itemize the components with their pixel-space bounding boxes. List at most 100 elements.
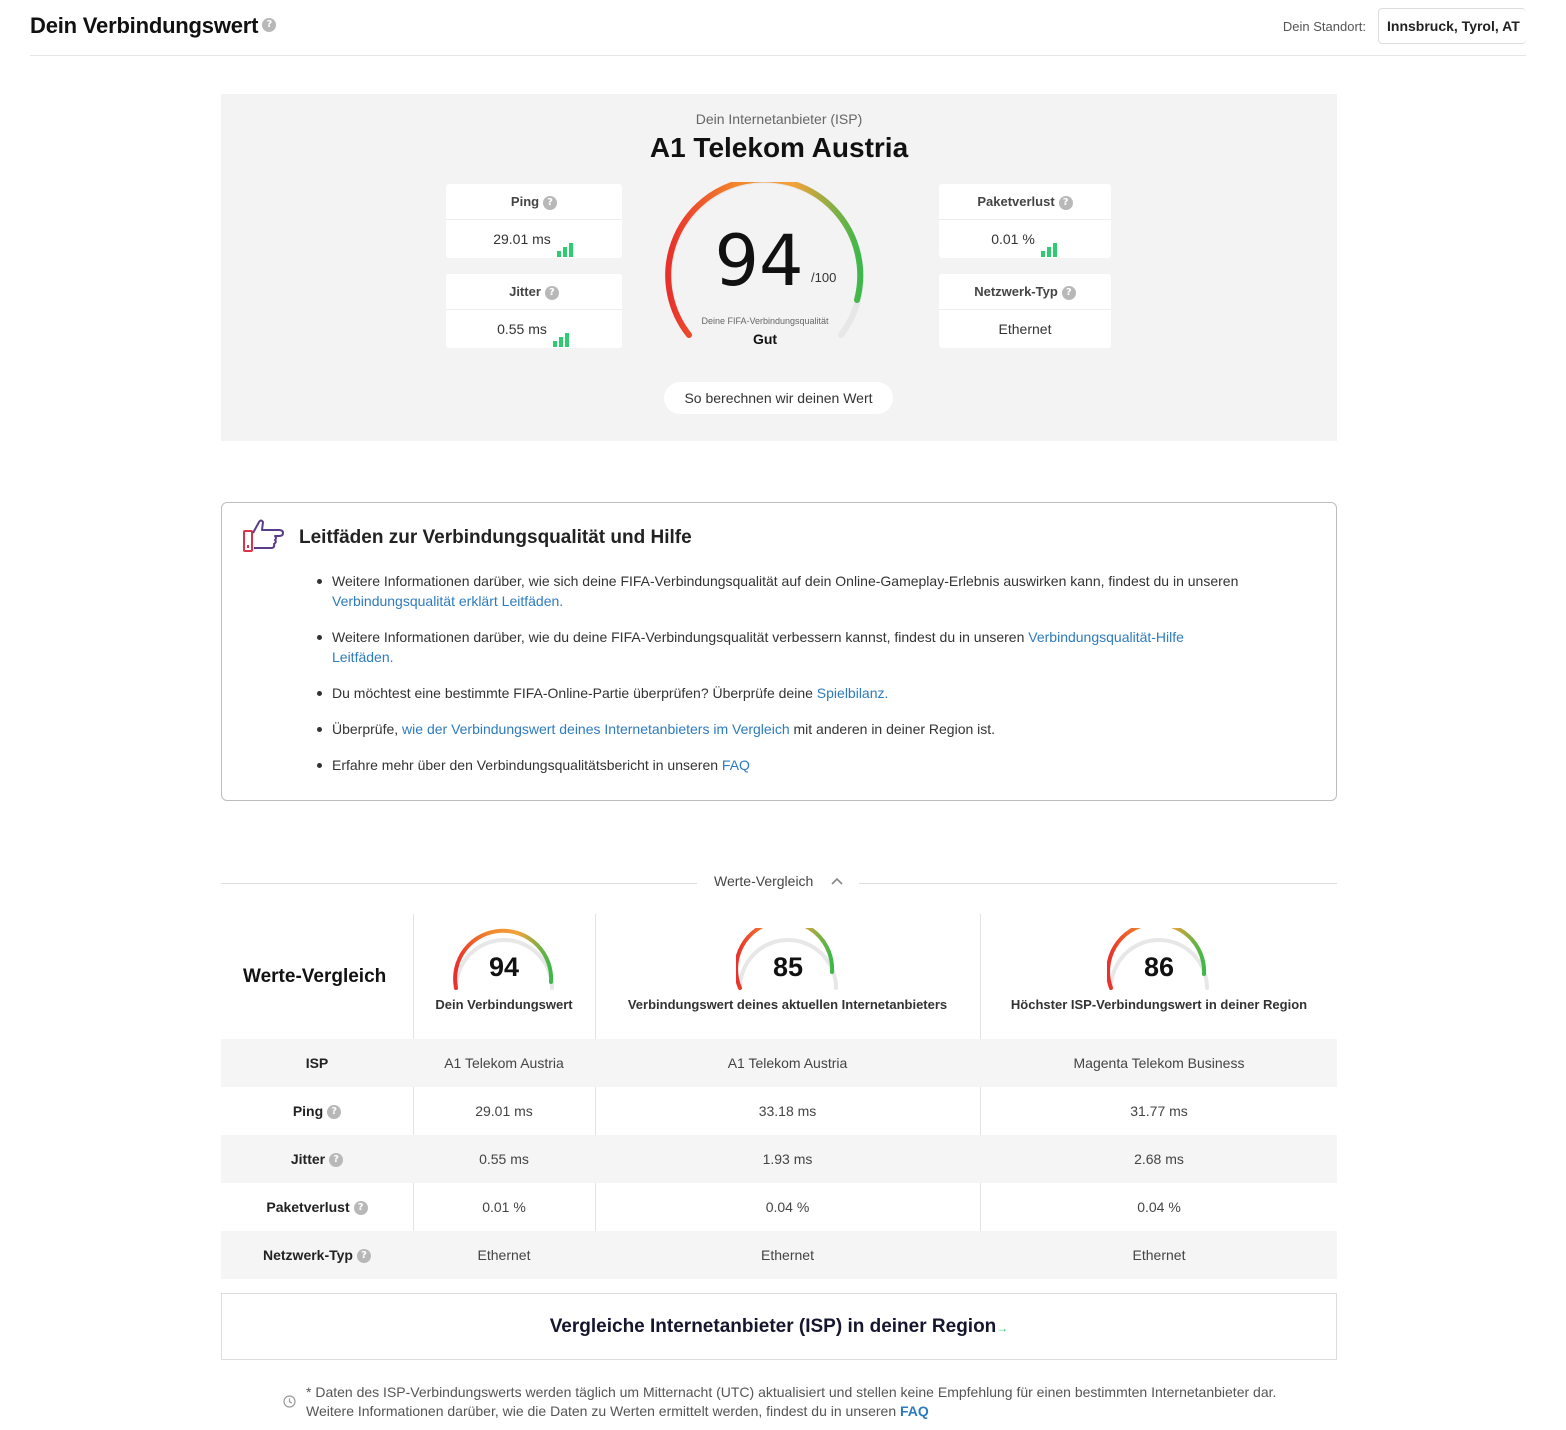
row-label: Jitter? <box>221 1135 413 1183</box>
metric-label: Ping <box>510 194 540 209</box>
metric-title: Ping? <box>446 184 622 220</box>
list-item: Du möchtest eine bestimmte FIFA-Online-P… <box>317 683 1247 703</box>
row-label: ISP <box>305 1055 329 1071</box>
metric-value-text: 0.55 ms <box>497 321 547 337</box>
metric-ping: Ping? 29.01 ms <box>446 184 622 258</box>
list-item: Erfahre mehr über den Verbindungsqualitä… <box>317 755 1247 775</box>
help-icon[interactable]: ? <box>1061 285 1076 300</box>
isp-name: A1 Telekom Austria <box>649 132 909 163</box>
list-item-text: Überprüfe, <box>332 721 403 737</box>
page-title: Dein Verbindungswert? <box>30 13 277 39</box>
table-cell: 33.18 ms <box>758 1103 817 1119</box>
mini-gauge-region-best: 86 <box>1106 921 1211 997</box>
row-label-text: Netzwerk-Typ <box>263 1247 353 1263</box>
metric-value: 29.01 ms <box>446 220 622 258</box>
mini-score: 94 <box>488 952 520 982</box>
row-label-text: Ping <box>292 1103 324 1119</box>
table-cell: 31.77 ms <box>1130 1103 1188 1119</box>
score-value: 94 <box>714 220 804 302</box>
table-row: Ping? 29.01 ms 33.18 ms 31.77 ms <box>221 1087 1337 1135</box>
metric-packet-loss: Paketverlust? 0.01 % <box>939 184 1111 258</box>
quality-caption: Deine FIFA-Verbindungsqualität <box>701 316 829 326</box>
list-item: Überprüfe, wie der Verbindungswert deine… <box>317 719 1247 739</box>
guides-list: Weitere Informationen darüber, wie sich … <box>317 571 1247 791</box>
help-icon[interactable]: ? <box>543 195 558 210</box>
list-item-text: Du möchtest eine bestimmte FIFA-Online-P… <box>332 685 817 701</box>
list-item: Weitere Informationen darüber, wie du de… <box>317 627 1247 667</box>
guides-title: Leitfäden zur Verbindungsqualität und Hi… <box>299 527 692 548</box>
guides-box: Leitfäden zur Verbindungsqualität und Hi… <box>221 502 1337 801</box>
guide-link[interactable]: Spielbilanz. <box>817 685 889 701</box>
row-label: Ping? <box>221 1087 413 1135</box>
chevron-up-icon[interactable] <box>830 876 844 886</box>
mini-gauge-isp: 85 <box>734 919 840 997</box>
location-select[interactable]: Innsbruck, Tyrol, AT <box>1378 8 1526 44</box>
table-row: Netzwerk-Typ? Ethernet Ethernet Ethernet <box>221 1231 1337 1279</box>
guide-link[interactable]: Verbindungsqualität erklärt Leitfäden. <box>332 593 563 609</box>
metric-jitter: Jitter? 0.55 ms <box>446 274 622 348</box>
score-panel: Dein Internetanbieter (ISP) A1 Telekom A… <box>221 94 1337 441</box>
signal-bars-icon <box>1040 219 1059 258</box>
column-label: Dein Verbindungswert <box>435 997 573 1012</box>
signal-bars-icon <box>552 309 571 348</box>
footnote-text: * Daten des ISP-Verbindungswerts werden … <box>306 1384 1277 1419</box>
page-title-text: Dein Verbindungswert <box>30 13 259 38</box>
compare-isp-button[interactable]: Vergleiche Internetanbieter (ISP) in dei… <box>221 1293 1337 1360</box>
location-label: Dein Standort: <box>1282 19 1366 34</box>
metric-label: Jitter <box>509 284 541 299</box>
divider <box>859 883 1337 884</box>
clock-icon <box>283 1395 296 1408</box>
table-cell: 0.55 ms <box>479 1151 529 1167</box>
table-cell: 0.01 % <box>482 1199 526 1215</box>
table-cell: 0.04 % <box>765 1199 810 1215</box>
calculation-info-button[interactable]: So berechnen wir deinen Wert <box>664 382 893 414</box>
metric-value: Ethernet <box>998 321 1052 337</box>
table-cell: Ethernet <box>1132 1247 1186 1263</box>
comparison-title: Werte-Vergleich <box>243 966 387 987</box>
mini-score: 85 <box>772 952 804 982</box>
table-cell: Magenta Telekom Business <box>1073 1055 1245 1071</box>
help-icon[interactable]: ? <box>327 1105 342 1120</box>
pointing-hand-icon <box>243 519 284 552</box>
table-cell: A1 Telekom Austria <box>444 1055 564 1071</box>
list-item-text: Weitere Informationen darüber, wie du de… <box>332 629 1029 645</box>
guide-link[interactable]: FAQ <box>722 757 750 773</box>
cta-label: Vergleiche Internetanbieter (ISP) in dei… <box>549 1316 997 1337</box>
signal-bars-icon <box>556 219 575 258</box>
mini-score: 86 <box>1143 952 1175 982</box>
metric-network-type: Netzwerk-Typ? Ethernet <box>939 274 1111 348</box>
metric-value: 0.55 ms <box>446 310 622 348</box>
row-label-text: Paketverlust <box>266 1199 350 1215</box>
table-cell: 2.68 ms <box>1134 1151 1184 1167</box>
metric-title: Paketverlust? <box>939 184 1111 220</box>
list-item-text: Erfahre mehr über den Verbindungsqualitä… <box>332 757 722 773</box>
table-cell: 29.01 ms <box>475 1103 533 1119</box>
help-icon[interactable]: ? <box>1058 195 1073 210</box>
table-cell: Ethernet <box>477 1247 531 1263</box>
help-icon[interactable]: ? <box>329 1153 344 1168</box>
table-row: Paketverlust? 0.01 % 0.04 % 0.04 % <box>221 1183 1337 1231</box>
help-icon[interactable]: ? <box>544 285 559 300</box>
divider <box>221 883 697 884</box>
help-icon[interactable]: ? <box>262 18 277 33</box>
guide-link[interactable]: wie der Verbindungswert deines Interneta… <box>402 721 790 737</box>
row-label-text: Jitter <box>290 1151 326 1167</box>
arrow-right-icon: → <box>996 1321 1009 1335</box>
help-icon[interactable]: ? <box>353 1201 368 1216</box>
row-label: Netzwerk-Typ? <box>221 1231 413 1279</box>
metric-label: Netzwerk-Typ <box>974 284 1058 299</box>
faq-link[interactable]: FAQ <box>900 1403 929 1419</box>
column-label: Verbindungswert deines aktuellen Interne… <box>627 997 948 1012</box>
metric-title: Jitter? <box>446 274 622 310</box>
metric-value-text: 0.01 % <box>991 231 1035 247</box>
quality-value: Gut <box>752 331 778 347</box>
metric-title: Netzwerk-Typ? <box>939 274 1111 310</box>
table-cell: A1 Telekom Austria <box>727 1055 848 1071</box>
footnote: * Daten des ISP-Verbindungswerts werden … <box>306 1383 1316 1421</box>
table-row: ISP A1 Telekom Austria A1 Telekom Austri… <box>221 1039 1337 1087</box>
comparison-toggle[interactable]: Werte-Vergleich <box>714 873 813 889</box>
list-item: Weitere Informationen darüber, wie sich … <box>317 571 1247 611</box>
score-gauge: 94 /100 Deine FIFA-Verbindungsqualität G… <box>659 182 879 352</box>
help-icon[interactable]: ? <box>356 1249 371 1264</box>
metric-value-text: 29.01 ms <box>493 231 551 247</box>
